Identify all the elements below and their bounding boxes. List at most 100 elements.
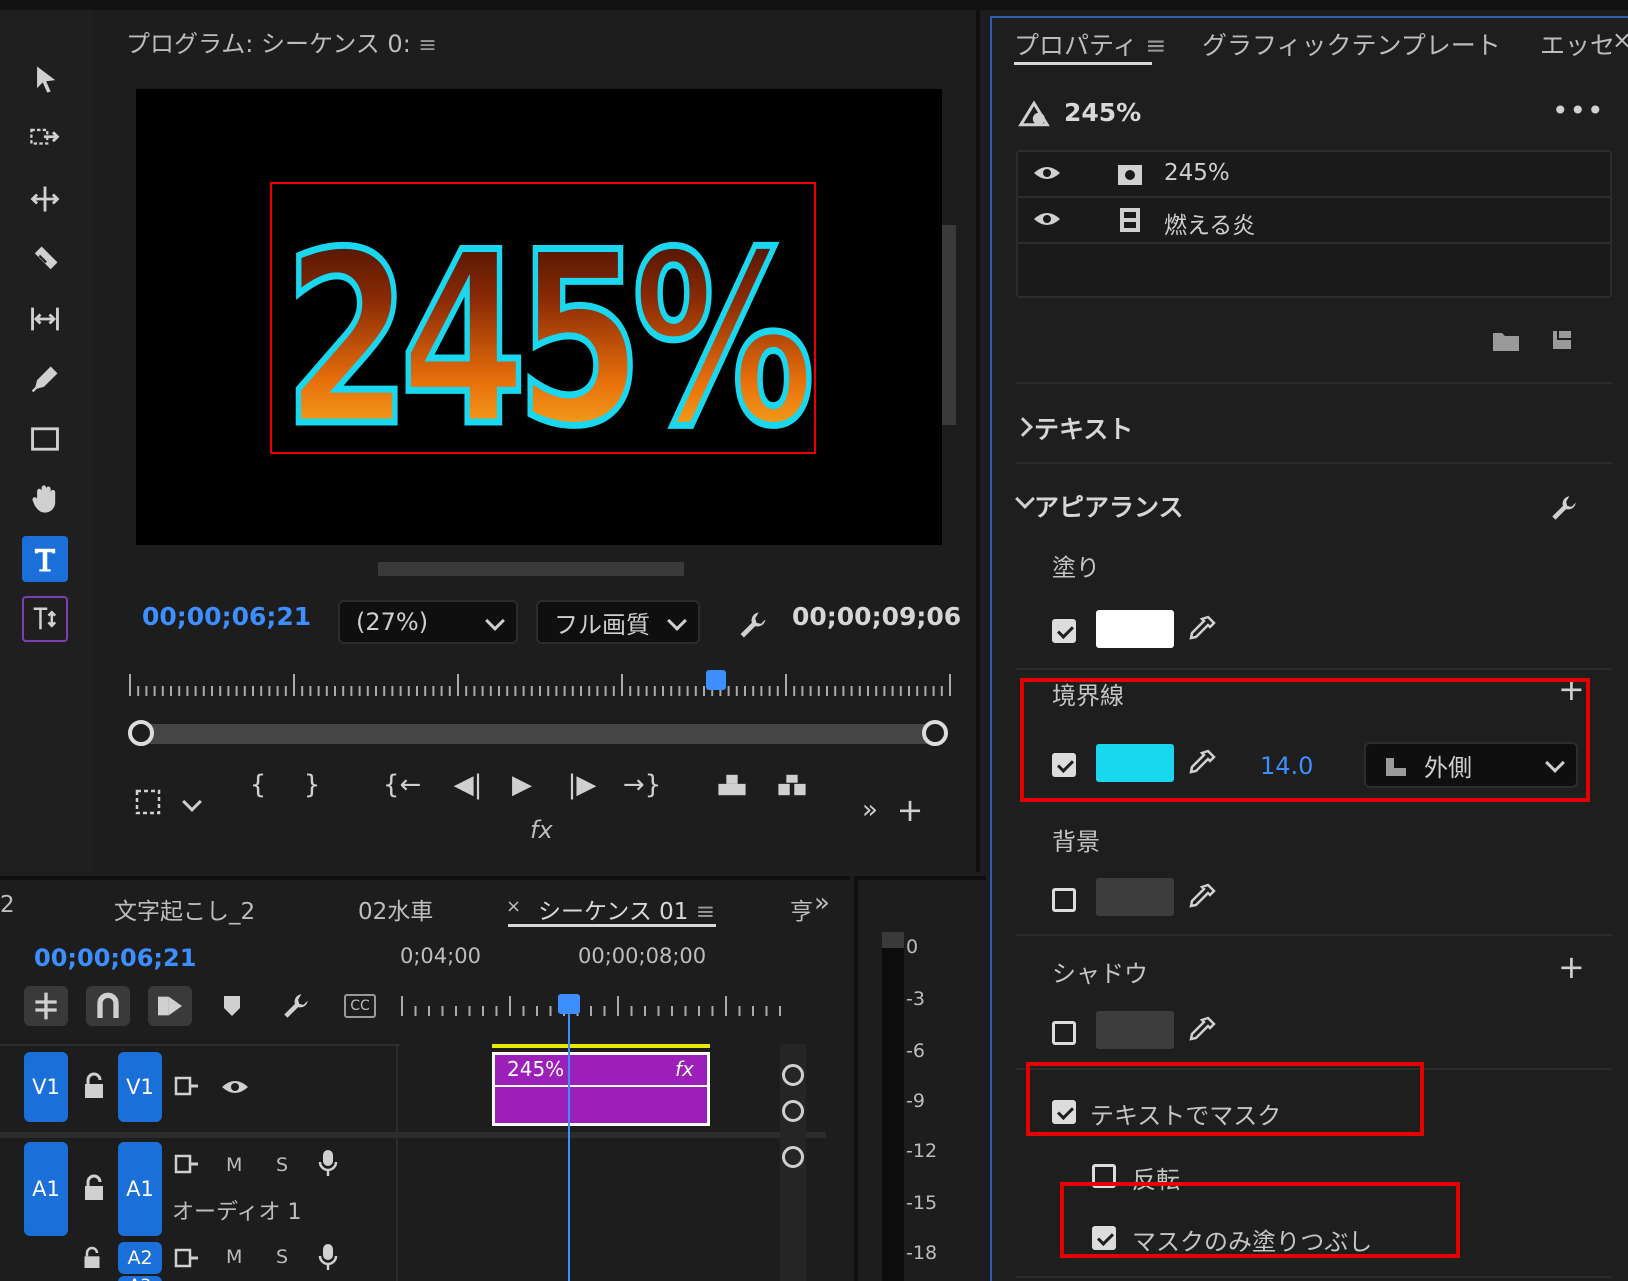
background-color-swatch[interactable] (1096, 878, 1174, 916)
new-layer-icon[interactable] (1550, 328, 1576, 354)
tab-graphic-templates[interactable]: グラフィックテンプレート (1202, 26, 1501, 62)
step-forward-icon[interactable]: |▶ (562, 765, 602, 805)
fill-checkbox[interactable] (1052, 619, 1076, 643)
time-ruler[interactable] (126, 670, 956, 700)
mute-button[interactable]: M (226, 1246, 242, 1268)
close-icon[interactable]: × (1612, 26, 1628, 54)
eyedropper-icon[interactable] (1186, 882, 1216, 916)
safe-margins-icon[interactable] (128, 782, 168, 822)
type-tool-icon[interactable] (22, 536, 68, 582)
layer-row[interactable]: 245% (1018, 152, 1610, 198)
viewer-vertical-scrollbar[interactable] (942, 225, 956, 425)
ripple-edit-tool-icon[interactable] (22, 176, 68, 222)
solo-button[interactable]: S (276, 1154, 288, 1176)
graphic-clip[interactable]: 245% fx (492, 1052, 710, 1126)
captions-icon[interactable]: CC (344, 994, 376, 1018)
close-icon[interactable]: × (506, 896, 521, 917)
range-end-handle[interactable] (922, 720, 948, 746)
track-select-tool-icon[interactable] (22, 116, 68, 162)
lock-icon[interactable] (82, 1072, 108, 1102)
sync-lock-icon[interactable] (174, 1152, 200, 1176)
razor-tool-icon[interactable] (22, 236, 68, 282)
nest-toggle-icon[interactable] (24, 986, 68, 1026)
sync-lock-icon[interactable] (174, 1246, 200, 1270)
a3-track-target[interactable]: A3 (118, 1276, 162, 1281)
play-icon[interactable]: ▶ (502, 765, 542, 805)
audio-scroll-handle[interactable] (782, 1146, 804, 1168)
fill-color-swatch[interactable] (1096, 610, 1174, 648)
mark-out-icon[interactable]: } (292, 765, 332, 805)
hamburger-icon[interactable]: ≡ (418, 33, 436, 58)
a1-track-target[interactable]: A1 (118, 1142, 162, 1236)
video-audio-divider[interactable] (0, 1132, 826, 1138)
hamburger-icon[interactable]: ≡ (688, 899, 715, 925)
rectangle-tool-icon[interactable] (22, 416, 68, 462)
more-options-icon[interactable]: ••• (1552, 94, 1605, 127)
tab-waterwheel[interactable]: 02水車 (358, 892, 433, 926)
extract-icon[interactable] (772, 765, 812, 805)
folder-icon[interactable] (1492, 330, 1520, 354)
eye-icon[interactable] (220, 1076, 250, 1098)
background-checkbox[interactable] (1052, 888, 1076, 912)
hand-tool-icon[interactable] (22, 476, 68, 522)
timeline-vertical-scrollbar[interactable] (780, 1044, 806, 1281)
more-tabs-icon[interactable]: » (814, 888, 830, 918)
vertical-type-tool-icon[interactable] (22, 596, 68, 642)
more-controls-icon[interactable]: » (850, 790, 890, 830)
snap-icon[interactable] (86, 986, 130, 1026)
section-appearance[interactable]: アピアランス (1034, 488, 1184, 524)
playhead-handle[interactable] (706, 670, 726, 690)
go-to-out-icon[interactable]: →} (622, 765, 662, 805)
eye-icon[interactable] (1032, 208, 1062, 232)
wrench-icon[interactable] (280, 990, 312, 1022)
eye-icon[interactable] (1032, 162, 1062, 186)
eyedropper-icon[interactable] (1186, 1015, 1216, 1049)
pen-tool-icon[interactable] (22, 356, 68, 402)
a1-source-patch[interactable]: A1 (24, 1142, 68, 1236)
a2-track-target[interactable]: A2 (118, 1242, 162, 1274)
linked-selection-icon[interactable] (148, 986, 192, 1026)
tab-sequence-01[interactable]: シーケンス 01 ≡ (538, 892, 715, 926)
shadow-checkbox[interactable] (1052, 1021, 1076, 1045)
add-shadow-icon[interactable]: + (1558, 948, 1585, 986)
tab-overflow[interactable]: 亨 (790, 892, 813, 926)
sync-lock-icon[interactable] (174, 1074, 200, 1098)
zoom-dropdown[interactable]: (27%) (338, 600, 518, 644)
microphone-icon[interactable] (318, 1148, 340, 1178)
tab-transcript[interactable]: 文字起こし_2 (114, 892, 255, 926)
shadow-color-swatch[interactable] (1096, 1011, 1174, 1049)
text-bounding-box[interactable] (270, 182, 816, 454)
v1-source-patch[interactable]: V1 (24, 1052, 68, 1122)
add-marker-icon[interactable] (222, 994, 244, 1018)
slip-tool-icon[interactable] (22, 296, 68, 342)
quality-dropdown[interactable]: フル画質 (536, 600, 700, 644)
lock-icon[interactable] (82, 1246, 104, 1270)
viewer-horizontal-scrollbar[interactable] (378, 562, 684, 576)
step-back-icon[interactable]: ◀| (448, 765, 488, 805)
solo-button[interactable]: S (276, 1246, 288, 1268)
mark-in-icon[interactable]: { (238, 765, 278, 805)
timeline-ruler[interactable] (400, 994, 800, 1018)
lift-icon[interactable] (712, 765, 752, 805)
scroll-handle-bottom[interactable] (782, 1100, 804, 1122)
chevron-right-icon[interactable] (1013, 417, 1033, 437)
layer-row[interactable]: 燃える炎 (1018, 198, 1610, 244)
chevron-down-icon[interactable] (1015, 489, 1035, 509)
tab-properties[interactable]: プロパティ ≡ (1014, 26, 1166, 62)
eyedropper-icon[interactable] (1186, 614, 1216, 648)
microphone-icon[interactable] (318, 1242, 340, 1272)
chevron-down-icon[interactable] (172, 782, 212, 822)
add-button-icon[interactable]: + (890, 790, 930, 830)
wrench-icon[interactable] (736, 608, 770, 642)
hamburger-icon[interactable]: ≡ (1138, 31, 1166, 60)
wrench-icon[interactable] (1548, 492, 1580, 524)
zoom-range-bar[interactable] (128, 720, 948, 746)
selection-tool-icon[interactable] (22, 56, 68, 102)
playhead-timecode[interactable]: 00;00;06;21 (142, 602, 311, 631)
scroll-handle-top[interactable] (782, 1064, 804, 1086)
range-start-handle[interactable] (128, 720, 154, 746)
go-to-in-icon[interactable]: {← (382, 765, 422, 805)
v1-track-target[interactable]: V1 (118, 1052, 162, 1122)
tab-sequence-2[interactable]: 2 (0, 892, 15, 918)
lock-icon[interactable] (82, 1174, 108, 1204)
